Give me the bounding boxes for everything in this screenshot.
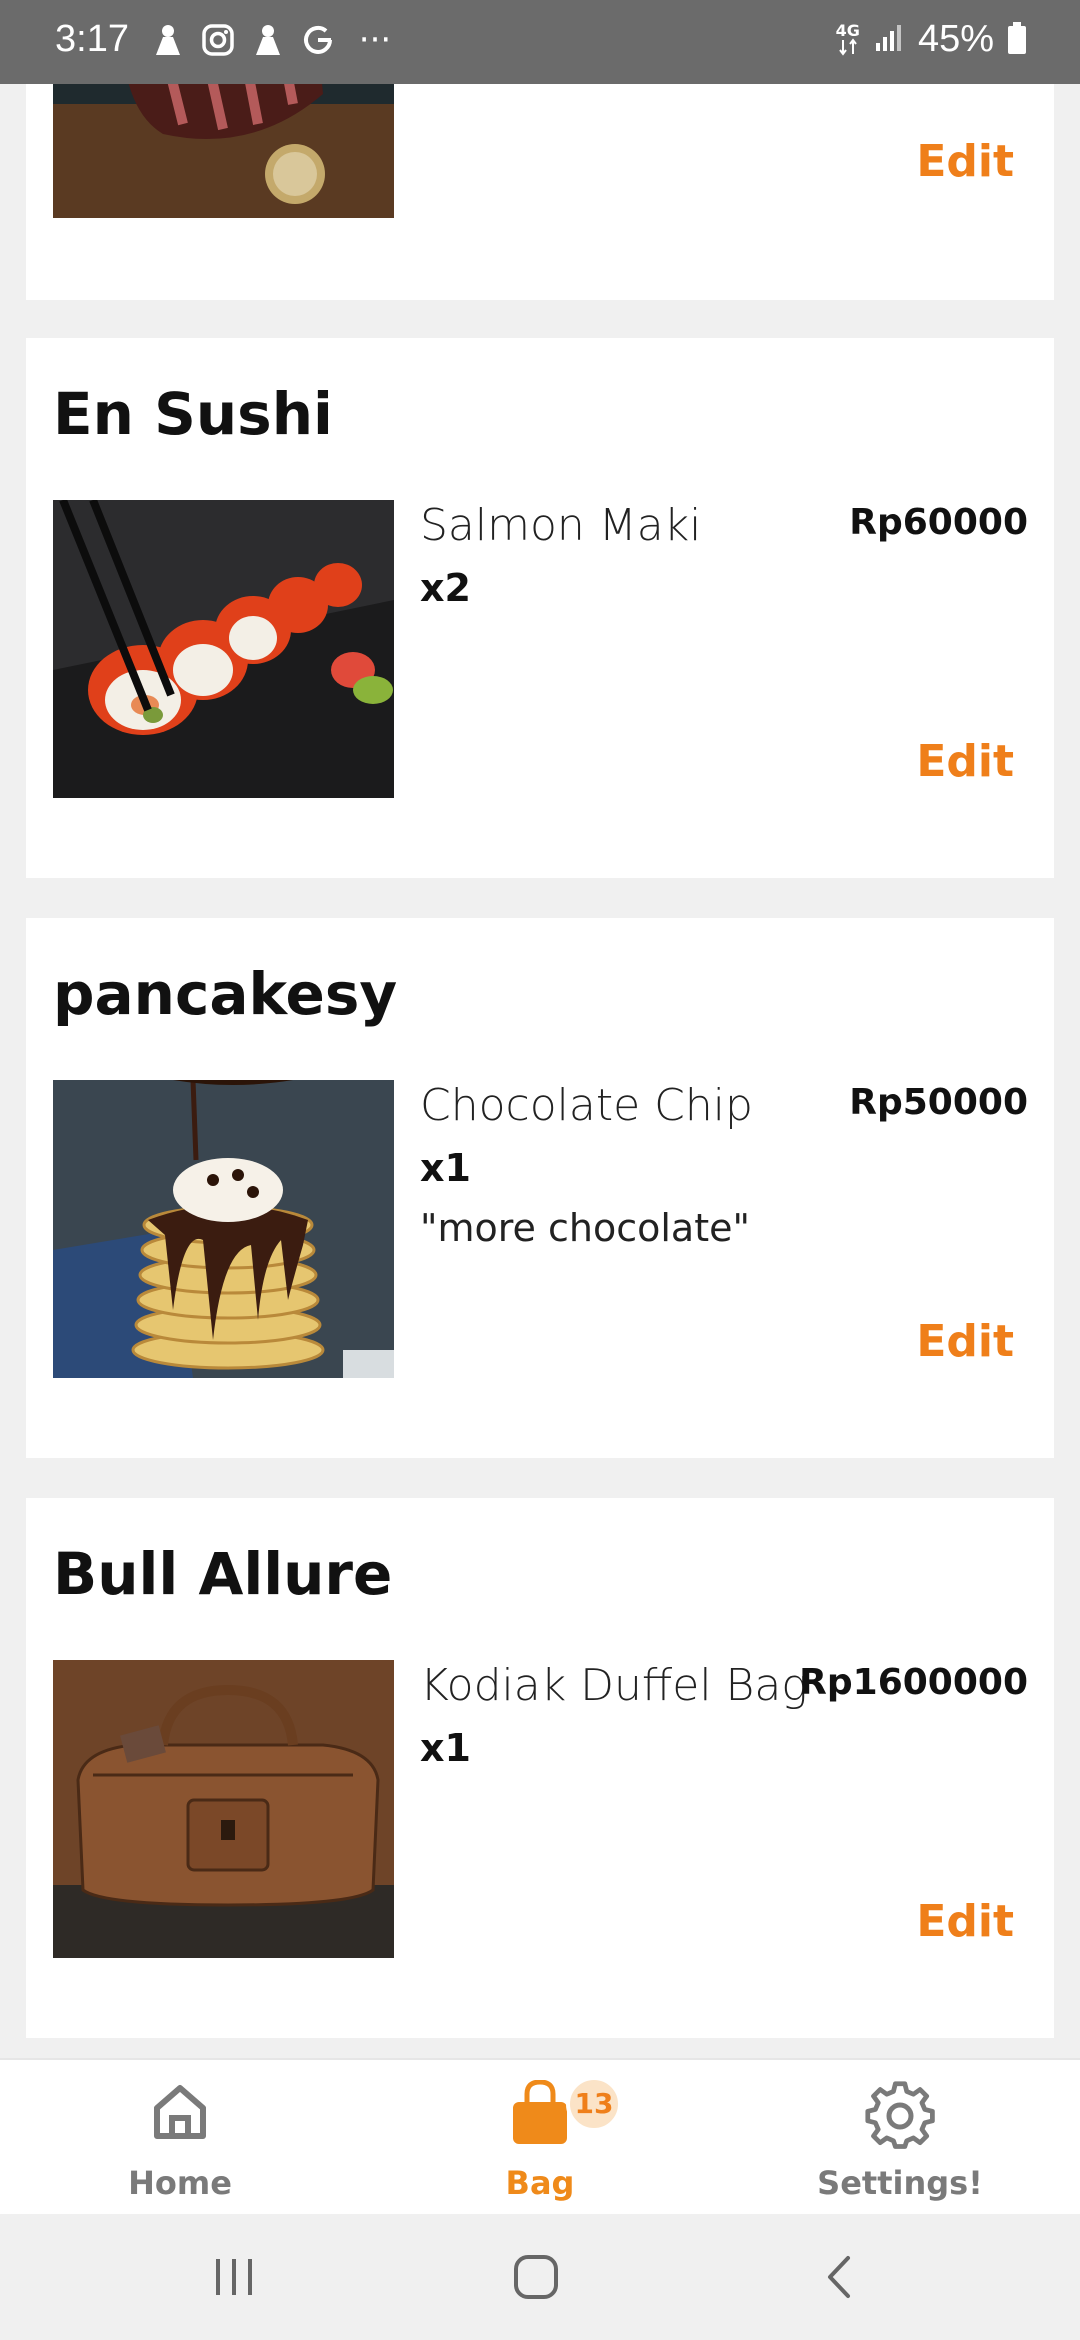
back-chevron-icon xyxy=(828,2256,850,2298)
instagram-icon xyxy=(200,22,236,58)
system-status-icons: 4G 45% xyxy=(836,18,1028,61)
store-card: En Sushi Salmon Maki Rp60000 x2 Edit xyxy=(26,338,1054,878)
more-notifications-icon: ··· xyxy=(358,20,392,60)
back-button[interactable] xyxy=(800,2244,880,2310)
nav-settings-label: Settings! xyxy=(817,2164,983,2202)
signal-icon xyxy=(872,21,906,59)
store-card: pancakesy Chocolate Chip Rp50000 x1 "mor… xyxy=(26,918,1054,1458)
battery-icon xyxy=(1006,21,1028,59)
notification-person-icon xyxy=(150,22,186,58)
status-time: 3:17 xyxy=(55,18,129,60)
item-quantity: x1 xyxy=(420,1146,471,1190)
notification-icons: ··· xyxy=(150,20,400,60)
nav-home[interactable]: Home xyxy=(30,2060,330,2216)
bottom-navigation: Home 13 Bag Settings! xyxy=(0,2058,1080,2214)
steak-photo xyxy=(53,84,394,218)
gear-icon xyxy=(864,2080,936,2156)
shopping-bag-icon xyxy=(509,2079,571,2152)
recent-apps-button[interactable] xyxy=(194,2244,274,2310)
edit-button[interactable]: Edit xyxy=(916,1316,1014,1367)
item-quantity: x1 xyxy=(420,1726,471,1770)
home-circle-icon xyxy=(514,2255,558,2299)
cart-list[interactable]: Edit En Sushi Salmon Maki Rp60000 x2 Edi… xyxy=(0,84,1080,2058)
duffel-bag-photo xyxy=(53,1660,394,1958)
store-name: pancakesy xyxy=(53,960,398,1028)
sushi-photo xyxy=(53,500,394,798)
edit-button[interactable]: Edit xyxy=(916,136,1014,187)
network-4g-icon: 4G xyxy=(836,22,860,56)
item-note: "more chocolate" xyxy=(420,1206,750,1250)
system-navigation-bar xyxy=(0,2214,1080,2340)
item-price: Rp50000 xyxy=(849,1082,1028,1123)
home-icon xyxy=(149,2080,211,2146)
battery-percentage: 45% xyxy=(917,18,994,60)
nav-home-label: Home xyxy=(128,2164,232,2202)
item-quantity: x2 xyxy=(420,566,471,610)
home-system-button[interactable] xyxy=(496,2244,576,2310)
item-name: Salmon Maki xyxy=(420,500,702,551)
status-bar: 3:17 ··· 4G 45% xyxy=(0,0,1080,84)
store-card: Edit xyxy=(26,84,1054,300)
nav-settings[interactable]: Settings! xyxy=(750,2060,1050,2216)
nav-bag-label: Bag xyxy=(505,2164,575,2202)
pancake-photo xyxy=(53,1080,394,1378)
store-name: Bull Allure xyxy=(53,1540,393,1608)
edit-button[interactable]: Edit xyxy=(916,1896,1014,1947)
item-name: Kodiak Duffel Bag xyxy=(420,1660,808,1711)
google-icon xyxy=(300,22,336,58)
bag-count-badge: 13 xyxy=(566,2076,622,2132)
store-name: En Sushi xyxy=(53,380,333,448)
item-name: Chocolate Chip xyxy=(420,1080,753,1131)
edit-button[interactable]: Edit xyxy=(916,736,1014,787)
notification-person-icon xyxy=(250,22,286,58)
store-card: Bull Allure Kodiak Duffel Bag Rp1600000 … xyxy=(26,1498,1054,2038)
nav-bag[interactable]: 13 Bag xyxy=(390,2060,690,2216)
item-price: Rp1600000 xyxy=(799,1662,1028,1703)
item-price: Rp60000 xyxy=(849,502,1028,543)
recent-apps-icon xyxy=(216,2259,252,2295)
